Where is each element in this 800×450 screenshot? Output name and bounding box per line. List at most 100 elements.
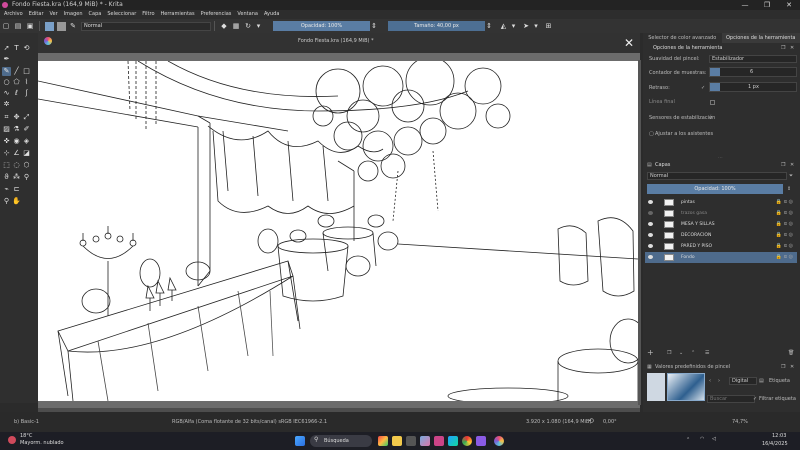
menu-ayuda[interactable]: Ayuda bbox=[264, 10, 279, 19]
copilot-icon[interactable] bbox=[420, 436, 430, 446]
rectangle-tool-icon[interactable]: □ bbox=[22, 67, 31, 76]
brush-presets-close-icon[interactable]: ✕ bbox=[790, 363, 794, 371]
layer-lock-icons[interactable]: 🔒 α ◎ bbox=[776, 197, 793, 208]
tag-icon[interactable]: ▤ bbox=[759, 377, 764, 385]
drawing-canvas[interactable] bbox=[38, 61, 638, 401]
layer-row-selected[interactable]: Fondo 🔒 α ◎ bbox=[645, 252, 797, 263]
stabilizer-sensors-check-icon[interactable]: ✓ bbox=[709, 114, 713, 122]
layers-close-icon[interactable]: ✕ bbox=[790, 161, 794, 169]
vertical-scrollbar[interactable] bbox=[638, 60, 641, 405]
text-tool-icon[interactable]: T bbox=[12, 44, 21, 53]
polygon-tool-icon[interactable]: ⬠ bbox=[12, 78, 21, 87]
minimize-button[interactable]: — bbox=[734, 0, 756, 10]
filter-tag-check-icon[interactable]: ✓ bbox=[753, 395, 757, 403]
freehand-select-icon[interactable]: ϑ bbox=[2, 173, 11, 182]
app-purple-icon[interactable] bbox=[476, 436, 486, 446]
dropdown-icon[interactable]: ▾ bbox=[534, 22, 539, 31]
wifi-icon[interactable]: ◠ bbox=[700, 436, 704, 442]
brush-presets-float-icon[interactable]: ❐ bbox=[781, 363, 785, 371]
menu-editar[interactable]: Editar bbox=[29, 10, 44, 19]
dropdown-icon[interactable]: ▾ bbox=[256, 22, 262, 31]
ellipse-select-icon[interactable]: ◌ bbox=[12, 161, 21, 170]
fill-tool-icon[interactable]: ◉ bbox=[12, 137, 21, 146]
visibility-eye-icon[interactable] bbox=[648, 233, 653, 237]
save-icon[interactable]: ▣ bbox=[26, 22, 35, 31]
delay-check-icon[interactable]: ✓ bbox=[701, 84, 705, 92]
weather-desc[interactable]: Mayorm. nublado bbox=[20, 440, 64, 446]
crop-tool-icon[interactable]: ⌗ bbox=[2, 113, 11, 122]
color-picker-icon[interactable]: ⚗ bbox=[12, 125, 21, 134]
mirror-horizontal-icon[interactable]: ◭ bbox=[499, 22, 508, 31]
edit-shapes-icon[interactable]: ⟲ bbox=[22, 44, 31, 53]
rect-select-icon[interactable]: ⬚ bbox=[2, 161, 11, 170]
enclose-fill-icon[interactable]: ◈ bbox=[22, 137, 31, 146]
menu-ver[interactable]: Ver bbox=[50, 10, 58, 19]
move-layer-down-icon[interactable]: ⌄ bbox=[679, 349, 683, 357]
workspace-icon[interactable]: ⊞ bbox=[544, 22, 553, 31]
select-shapes-icon[interactable]: ➚ bbox=[2, 44, 11, 53]
move-tool-icon[interactable]: ✥ bbox=[12, 113, 21, 122]
tab-advanced-color-selector[interactable]: Selector de color avanzado bbox=[643, 33, 722, 43]
add-layer-icon[interactable]: + bbox=[647, 349, 654, 357]
brush-filter-select[interactable]: Digital bbox=[729, 377, 757, 385]
menu-preferencias[interactable]: Preferencias bbox=[201, 10, 232, 19]
contiguous-select-icon[interactable]: ⚲ bbox=[22, 173, 31, 182]
krita-taskbar-icon[interactable] bbox=[494, 436, 504, 446]
snap-assistants-checkbox[interactable]: ▢ bbox=[649, 130, 654, 138]
start-menu-icon[interactable] bbox=[295, 436, 305, 446]
line-tool-icon[interactable]: ╱ bbox=[12, 67, 21, 76]
close-window-button[interactable]: ✕ bbox=[778, 0, 800, 10]
delete-layer-icon[interactable]: 🗑 bbox=[788, 349, 794, 357]
blend-mode-select[interactable]: Normal bbox=[81, 21, 211, 31]
clock-time[interactable]: 12:03 bbox=[772, 433, 786, 439]
ellipse-tool-icon[interactable]: ○ bbox=[2, 78, 11, 87]
menu-archivo[interactable]: Archivo bbox=[4, 10, 23, 19]
layer-lock-icons[interactable]: 🔒 α ◎ bbox=[776, 252, 793, 263]
chrome-icon[interactable] bbox=[462, 436, 472, 446]
layer-opacity-slider[interactable]: Opacidad: 100% bbox=[647, 184, 783, 194]
colorize-mask-icon[interactable]: ✐ bbox=[22, 125, 31, 134]
similar-select-icon[interactable]: ⁂ bbox=[12, 173, 21, 182]
freehand-brush-icon[interactable]: ✎ bbox=[2, 67, 11, 76]
visibility-eye-icon[interactable] bbox=[648, 222, 653, 226]
zoom-tool-icon[interactable]: ⚲ bbox=[2, 197, 11, 206]
open-document-icon[interactable]: ▤ bbox=[14, 22, 23, 31]
layer-lock-icons[interactable]: 🔒 α ◎ bbox=[776, 241, 793, 252]
smart-patch-icon[interactable]: ✜ bbox=[2, 137, 11, 146]
preset-prev-icon[interactable]: ‹ bbox=[709, 377, 711, 385]
layer-properties-icon[interactable]: ☰ bbox=[705, 349, 709, 357]
calligraphy-icon[interactable]: ✒ bbox=[2, 55, 11, 64]
visibility-eye-icon[interactable] bbox=[648, 244, 653, 248]
polyline-tool-icon[interactable]: ⌇ bbox=[22, 78, 31, 87]
close-document-icon[interactable]: ✕ bbox=[624, 36, 634, 50]
eraser-icon[interactable]: ◆ bbox=[220, 22, 229, 31]
visibility-eye-icon[interactable] bbox=[648, 255, 653, 259]
photos-icon[interactable] bbox=[434, 436, 444, 446]
rotation-reset-icon[interactable]: ⟲ bbox=[588, 417, 594, 425]
final-line-checkbox[interactable] bbox=[710, 100, 715, 105]
magnetic-select-icon[interactable]: ⊏ bbox=[12, 185, 21, 194]
layer-row[interactable]: pintas 🔒 α ◎ bbox=[645, 197, 797, 208]
layer-lock-icons[interactable]: 🔒 α ◎ bbox=[776, 230, 793, 241]
delay-slider[interactable]: 1 px bbox=[709, 82, 797, 92]
visibility-eye-icon[interactable] bbox=[648, 200, 653, 204]
duplicate-layer-icon[interactable]: ❐ bbox=[667, 349, 671, 357]
dock-float-icon[interactable]: ❐ bbox=[781, 44, 785, 52]
layer-lock-icons[interactable]: 🔒 α ◎ bbox=[776, 219, 793, 230]
file-explorer-icon[interactable] bbox=[392, 436, 402, 446]
layers-blend-select[interactable]: Normal bbox=[647, 172, 787, 180]
menu-imagen[interactable]: Imagen bbox=[64, 10, 83, 19]
menu-herramientas[interactable]: Herramientas bbox=[161, 10, 195, 19]
smoothing-select[interactable]: Estabilizador bbox=[709, 55, 797, 63]
dynamic-brush-icon[interactable]: ʃ bbox=[22, 89, 31, 98]
new-document-icon[interactable]: ▢ bbox=[2, 22, 11, 31]
menu-capa[interactable]: Capa bbox=[89, 10, 102, 19]
polygon-select-icon[interactable]: ⬡ bbox=[22, 161, 31, 170]
tab-tool-options[interactable]: Opciones de la herramienta bbox=[721, 33, 800, 43]
brush-preset-thumbnail[interactable] bbox=[647, 373, 665, 401]
layers-float-icon[interactable]: ❐ bbox=[781, 161, 785, 169]
move-layer-up-icon[interactable]: ⌃ bbox=[691, 349, 695, 357]
task-view-icon[interactable] bbox=[406, 436, 416, 446]
brush-search-input[interactable]: Buscar bbox=[707, 395, 755, 403]
layer-row[interactable]: PARED Y PISO 🔒 α ◎ bbox=[645, 241, 797, 252]
